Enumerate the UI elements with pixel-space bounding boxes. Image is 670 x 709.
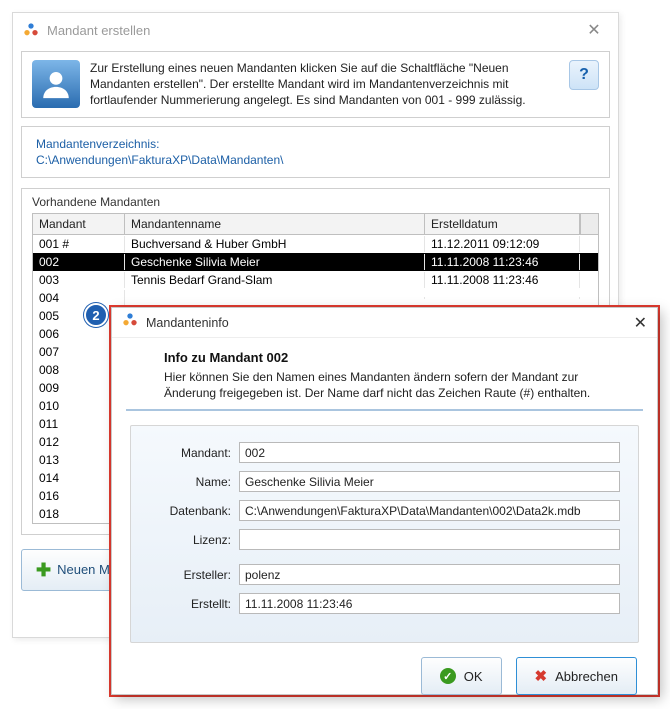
cancel-x-icon: ✖ bbox=[535, 667, 548, 685]
table-caption: Vorhandene Mandanten bbox=[32, 195, 599, 209]
label-name: Name: bbox=[149, 475, 239, 489]
intro-text: Zur Erstellung eines neuen Mandanten kli… bbox=[90, 60, 559, 109]
dialog-close-icon[interactable]: ✕ bbox=[634, 313, 647, 333]
dialog-title: Mandanteninfo bbox=[146, 316, 626, 330]
dialog-button-row: ✓ OK ✖ Abbrechen bbox=[112, 643, 657, 709]
cell-mandant: 001 # bbox=[33, 236, 125, 252]
main-titlebar: Mandant erstellen ✕ bbox=[13, 13, 618, 47]
cell-name bbox=[125, 297, 425, 299]
ok-check-icon: ✓ bbox=[440, 668, 456, 684]
cell-name: Tennis Bedarf Grand-Slam bbox=[125, 272, 425, 288]
label-mandant: Mandant: bbox=[149, 446, 239, 460]
main-window-title: Mandant erstellen bbox=[47, 23, 572, 38]
table-row[interactable]: 002Geschenke Silivia Meier11.11.2008 11:… bbox=[33, 253, 598, 271]
scrollbar-head bbox=[580, 214, 598, 234]
dialog-heading: Info zu Mandant 002 bbox=[164, 350, 617, 365]
callout-badge-2: 2 bbox=[84, 303, 108, 327]
col-name[interactable]: Mandantenname bbox=[125, 214, 425, 234]
field-erstellt[interactable]: 11.11.2008 11:23:46 bbox=[239, 593, 620, 614]
cell-date: 11.11.2008 11:23:46 bbox=[425, 272, 580, 288]
label-erstellt: Erstellt: bbox=[149, 597, 239, 611]
ok-button[interactable]: ✓ OK bbox=[421, 657, 502, 695]
ok-label: OK bbox=[464, 669, 483, 684]
col-date[interactable]: Erstelldatum bbox=[425, 214, 580, 234]
cell-mandant: 002 bbox=[33, 254, 125, 270]
help-button[interactable]: ? bbox=[569, 60, 599, 90]
new-mandant-label: Neuen M bbox=[57, 562, 110, 577]
field-datenbank[interactable]: C:\Anwendungen\FakturaXP\Data\Mandanten\… bbox=[239, 500, 620, 521]
cancel-label: Abbrechen bbox=[555, 669, 618, 684]
grid-header: Mandant Mandantenname Erstelldatum bbox=[33, 214, 598, 235]
field-name[interactable]: Geschenke Silivia Meier bbox=[239, 471, 620, 492]
table-row[interactable]: 003Tennis Bedarf Grand-Slam11.11.2008 11… bbox=[33, 271, 598, 289]
dialog-titlebar: Mandanteninfo ✕ bbox=[112, 308, 657, 338]
field-mandant[interactable]: 002 bbox=[239, 442, 620, 463]
new-mandant-button[interactable]: ✚ Neuen M bbox=[21, 549, 125, 591]
field-ersteller[interactable]: polenz bbox=[239, 564, 620, 585]
path-panel: Mandantenverzeichnis: C:\Anwendungen\Fak… bbox=[21, 126, 610, 178]
cell-date bbox=[425, 297, 580, 299]
path-label: Mandantenverzeichnis: bbox=[36, 137, 595, 151]
label-datenbank: Datenbank: bbox=[149, 504, 239, 518]
app-logo-icon bbox=[23, 22, 39, 38]
intro-panel: Zur Erstellung eines neuen Mandanten kli… bbox=[21, 51, 610, 118]
path-value: C:\Anwendungen\FakturaXP\Data\Mandanten\ bbox=[36, 153, 595, 167]
cell-date: 11.12.2011 09:12:09 bbox=[425, 236, 580, 252]
cell-name: Geschenke Silivia Meier bbox=[125, 254, 425, 270]
cancel-button[interactable]: ✖ Abbrechen bbox=[516, 657, 637, 695]
col-mandant[interactable]: Mandant bbox=[33, 214, 125, 234]
label-lizenz: Lizenz: bbox=[149, 533, 239, 547]
cell-mandant: 004 bbox=[33, 290, 125, 306]
cell-name: Buchversand & Huber GmbH bbox=[125, 236, 425, 252]
dialog-logo-icon bbox=[122, 312, 138, 333]
table-row[interactable]: 004 bbox=[33, 289, 598, 307]
main-close-icon[interactable]: ✕ bbox=[580, 20, 608, 40]
form-panel: Mandant: 002 Name: Geschenke Silivia Mei… bbox=[130, 425, 639, 643]
mandanteninfo-dialog: Mandanteninfo ✕ Info zu Mandant 002 Hier… bbox=[111, 307, 658, 695]
avatar-icon bbox=[32, 60, 80, 108]
cell-mandant: 003 bbox=[33, 272, 125, 288]
dialog-header: Info zu Mandant 002 Hier können Sie den … bbox=[126, 338, 643, 411]
dialog-subheading: Hier können Sie den Namen eines Mandante… bbox=[164, 369, 617, 401]
cell-date: 11.11.2008 11:23:46 bbox=[425, 254, 580, 270]
table-row[interactable]: 001 #Buchversand & Huber GmbH11.12.2011 … bbox=[33, 235, 598, 253]
plus-icon: ✚ bbox=[36, 561, 51, 579]
label-ersteller: Ersteller: bbox=[149, 568, 239, 582]
field-lizenz[interactable] bbox=[239, 529, 620, 550]
